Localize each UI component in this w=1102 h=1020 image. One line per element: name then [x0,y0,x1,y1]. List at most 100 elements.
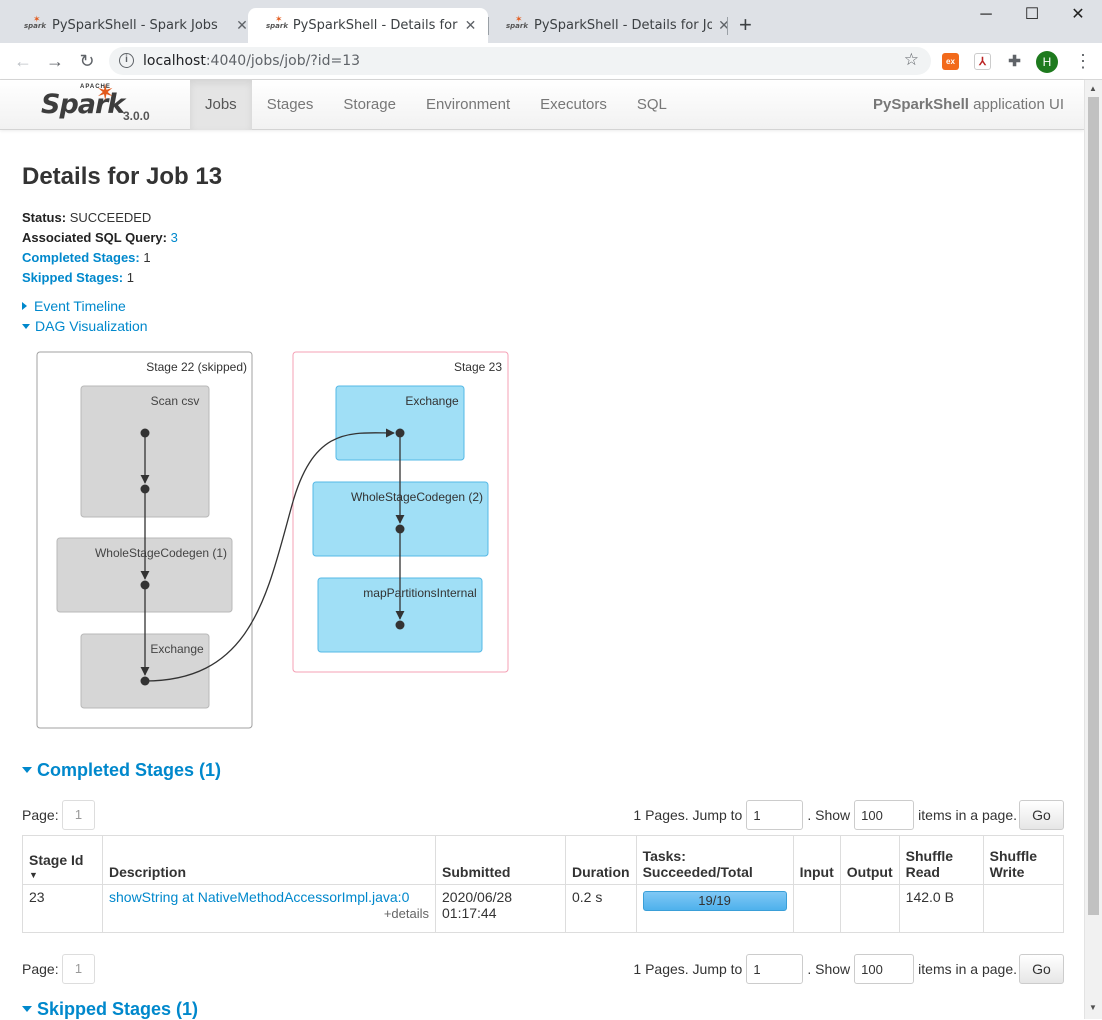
maximize-icon[interactable]: ☐ [1009,4,1055,26]
dag-graph: Stage 22 (skipped) Scan csv WholeStageCo… [36,351,509,729]
browser-tab-details-active[interactable]: PySparkShell - Details for Job 13 ✕ [248,8,488,43]
nav-environment[interactable]: Environment [411,80,525,130]
column-description[interactable]: Description [102,835,436,885]
column-shuffle-read[interactable]: Shuffle Read [898,835,984,885]
skipped-stages-count: 1 [126,270,134,285]
tasks-progress-bar: 19/19 [642,891,787,911]
page-size-input[interactable] [854,800,915,830]
details-toggle[interactable]: +details [109,906,429,921]
spark-favicon-icon [506,15,528,33]
column-shuffle-write[interactable]: Shuffle Write [982,835,1065,885]
job-summary: Status: SUCCEEDED Associated SQL Query: … [22,208,178,288]
forward-arrow-icon[interactable]: → [44,50,66,72]
completed-stages-link[interactable]: Completed Stages: [22,250,140,265]
page-scrollbar[interactable]: ▲ ▼ [1084,80,1102,1019]
pager-top: Page: 1 1 Pages. Jump to . Show items in… [22,800,1064,830]
stage-description-link[interactable]: showString at NativeMethodAccessorImpl.j… [109,889,409,905]
close-icon[interactable]: ✕ [716,18,732,34]
node-exchange-left-label: Exchange [150,642,204,656]
back-arrow-icon[interactable]: ← [12,50,34,72]
url-text[interactable]: localhost:4040/jobs/job/?id=13 [143,53,360,69]
skipped-stages-heading: Skipped Stages (1) [37,999,199,1019]
spark-favicon-icon [266,15,288,33]
items-text: items in a page. [918,807,1017,823]
dag-visualization-toggle[interactable]: DAG Visualization [22,318,148,334]
nav-sql[interactable]: SQL [622,80,682,130]
dag-point [395,524,405,534]
status-label: Status: [22,210,67,225]
cell-description: showString at NativeMethodAccessorImpl.j… [102,884,436,933]
extension-ex-icon[interactable]: ex [942,53,959,70]
nav-stages[interactable]: Stages [252,80,329,130]
dag-point [140,428,150,438]
pages-text: 1 Pages. Jump to [633,961,743,977]
menu-kebab-icon[interactable]: ⋮ [1074,51,1092,72]
dag-point [395,620,405,630]
jump-to-page-input[interactable] [746,954,804,984]
node-exchange-right-label: Exchange [405,394,459,408]
dag-point [140,676,150,686]
caret-right-icon [22,302,27,310]
scrollbar-thumb[interactable] [1088,97,1099,915]
sql-query-link[interactable]: 3 [171,230,178,245]
skipped-stages-link[interactable]: Skipped Stages: [22,270,123,285]
close-icon[interactable]: ✕ [463,18,478,34]
go-button[interactable]: Go [1019,954,1064,984]
pager-bottom: Page: 1 1 Pages. Jump to . Show items in… [22,954,1064,984]
page-number-button[interactable]: 1 [62,800,95,830]
dag-visualization-label: DAG Visualization [35,318,148,334]
new-tab-icon[interactable]: + [739,13,752,37]
pdf-extension-icon[interactable]: ⅄ [974,53,991,70]
status-value: SUCCEEDED [69,210,152,225]
minimize-icon[interactable]: ─ [963,4,1009,26]
dag-point [140,484,150,494]
event-timeline-toggle[interactable]: Event Timeline [22,298,126,314]
tab-title: PySparkShell - Details for Job 13 [534,18,712,33]
browser-tab-jobs[interactable]: PySparkShell - Spark Jobs ✕ [6,8,260,43]
scroll-up-icon[interactable]: ▲ [1089,84,1097,93]
scroll-down-icon[interactable]: ▼ [1089,1003,1097,1012]
spark-star-icon: ✶ [96,80,115,105]
completed-stages-table: Stage Id ▼ Description Submitted Duration… [22,835,1065,933]
table-header-row: Stage Id ▼ Description Submitted Duration… [22,835,1065,885]
column-tasks[interactable]: Tasks: Succeeded/Total [635,835,794,885]
completed-stages-row: Completed Stages: 1 [22,248,178,268]
column-input[interactable]: Input [792,835,841,885]
cell-shuffle-write [982,884,1065,933]
column-output[interactable]: Output [839,835,900,885]
cell-stage-id: 23 [22,884,103,933]
skipped-stages-toggle[interactable]: Skipped Stages (1) [22,999,198,1020]
puzzle-extensions-icon[interactable]: ✚ [1006,53,1023,70]
spark-logo[interactable]: APACHE Spark ✶ 3.0.0 [40,80,160,128]
column-duration[interactable]: Duration [565,835,637,885]
nav-executors[interactable]: Executors [525,80,622,130]
info-icon[interactable]: i [119,53,134,68]
browser-tab-details[interactable]: PySparkShell - Details for Job 13 ✕ [488,8,742,43]
node-scan-csv-label: Scan csv [151,394,200,408]
profile-avatar[interactable]: H [1036,51,1058,73]
page-number-button[interactable]: 1 [62,954,95,984]
cell-submitted: 2020/06/28 01:17:44 [435,884,566,933]
column-stage-id[interactable]: Stage Id ▼ [22,835,103,885]
address-bar[interactable]: i localhost:4040/jobs/job/?id=13 ☆ [109,47,931,75]
event-timeline-label: Event Timeline [34,298,126,314]
go-button[interactable]: Go [1019,800,1064,830]
show-text: . Show [807,807,851,823]
page-label: Page: [22,807,59,823]
nav-jobs[interactable]: Jobs [190,80,252,130]
bookmark-star-icon[interactable]: ☆ [904,50,919,70]
column-submitted[interactable]: Submitted [435,835,566,885]
window-close-icon[interactable]: ✕ [1055,4,1101,26]
nav-storage[interactable]: Storage [328,80,411,130]
app-name: PySparkShell application UI [873,80,1064,130]
url-host: localhost [143,53,206,69]
spark-navbar: APACHE Spark ✶ 3.0.0 Jobs Stages Storage… [0,80,1084,130]
completed-stages-toggle[interactable]: Completed Stages (1) [22,760,221,781]
completed-stages-count: 1 [143,250,151,265]
skipped-stages-row: Skipped Stages: 1 [22,268,178,288]
nav-links: Jobs Stages Storage Environment Executor… [190,80,682,130]
reload-icon[interactable]: ↻ [76,50,98,72]
page-size-input[interactable] [854,954,915,984]
jump-to-page-input[interactable] [746,800,804,830]
node-map-partitions-label: mapPartitionsInternal [363,586,476,600]
